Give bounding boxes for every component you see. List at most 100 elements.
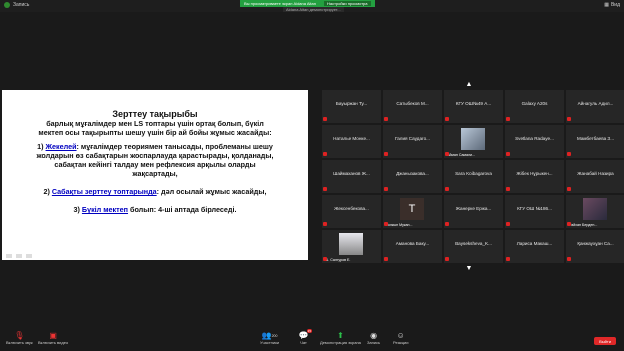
chat-button[interactable]: 💬 15 Чат: [298, 329, 312, 345]
leave-button[interactable]: Выйти: [594, 337, 616, 345]
slide-intro-line: мектеп осы тақырыпты шешу үшін бір ай бо…: [38, 128, 272, 137]
mic-muted-icon: [506, 117, 510, 121]
participant-tile[interactable]: Ш. Салгуров Е.: [322, 230, 381, 263]
participants-button[interactable]: 👥 200 Участники: [260, 331, 279, 345]
unmute-button[interactable]: 🎙 Включить звук: [6, 331, 33, 345]
chat-label: Чат: [300, 340, 307, 345]
mic-muted-icon: [567, 117, 571, 121]
recording-indicator[interactable]: Запись: [4, 2, 29, 8]
camera-off-icon: ▣: [49, 331, 57, 340]
mic-muted-icon: [323, 222, 327, 226]
participant-tile[interactable]: Райхан Берден...: [566, 195, 624, 228]
mic-muted-icon: [384, 152, 388, 156]
participant-tile[interactable]: Джанызакова...: [383, 160, 442, 193]
participant-name: Жексенбекова...: [334, 206, 369, 211]
participant-tile[interactable]: Svetlana Radaye...: [505, 125, 564, 158]
participant-name: Жібек Нұрыкен...: [516, 171, 553, 176]
start-video-button[interactable]: ▣ Включить видео: [38, 331, 68, 345]
mic-muted-icon: [445, 117, 449, 121]
page-down-button[interactable]: ▼: [464, 263, 474, 273]
participant-tile[interactable]: Лариса Макаш...: [505, 230, 564, 263]
share-screen-button[interactable]: ⬆ Демонстрация экрана: [320, 331, 361, 345]
participant-tile[interactable]: Аманова Баку...: [383, 230, 442, 263]
participant-name: Шаймаханов Ж...: [333, 171, 370, 176]
mic-muted-icon: [323, 152, 327, 156]
slide-control-icon[interactable]: [16, 254, 22, 258]
participant-tile[interactable]: Bayseksheva_K...: [444, 230, 503, 263]
chat-icon: 💬 15: [298, 329, 312, 340]
participant-tile[interactable]: Айнагуль Адил...: [566, 90, 624, 123]
participant-tile[interactable]: Сатыбеков М...: [383, 90, 442, 123]
participant-tile[interactable]: КГУ ОШ№49 А...: [444, 90, 503, 123]
participant-tile[interactable]: Мамбетбаева З...: [566, 125, 624, 158]
unmute-label: Включить звук: [6, 340, 33, 345]
people-icon: 👥 200: [261, 331, 278, 340]
slide-item-text: болып: 4-ші аптада бірлеседі.: [128, 205, 237, 214]
mic-muted-icon: [323, 257, 327, 261]
slide-control-icon[interactable]: [26, 254, 32, 258]
participant-name: Наталье Монке...: [333, 136, 370, 141]
grid-icon: ▦: [604, 2, 609, 8]
view-button[interactable]: ▦ Вид: [604, 2, 620, 8]
participant-tile[interactable]: Наталье Монке...: [322, 125, 381, 158]
mic-muted-icon: [506, 257, 510, 261]
reactions-button[interactable]: ☺ Реакции: [393, 331, 408, 345]
participant-tile[interactable]: Жексенбекова...: [322, 195, 381, 228]
slide-item-text: : дәл осылай жұмыс жасайды,: [156, 187, 267, 196]
view-options-button[interactable]: Настройки просмотра: [324, 1, 371, 6]
mic-muted-icon: [567, 152, 571, 156]
participant-tile[interactable]: Айман Самали...: [444, 125, 503, 158]
participant-name: Айнагуль Адил...: [577, 101, 614, 106]
start-video-label: Включить видео: [38, 340, 69, 345]
participant-tile[interactable]: Қанжаухұан Са...: [566, 230, 624, 263]
participant-tile[interactable]: КГУ ОШ №186...: [505, 195, 564, 228]
participant-avatar: T: [400, 198, 424, 220]
participant-tile[interactable]: Galaxy A20s: [505, 90, 564, 123]
slide-control-icon[interactable]: [6, 254, 12, 258]
participant-name: Sara Koibagarova: [455, 171, 492, 176]
participant-tile[interactable]: Бауыржан Ту...: [322, 90, 381, 123]
participant-tile[interactable]: Жанабай Назира: [566, 160, 624, 193]
participant-name: Bayseksheva_K...: [455, 241, 492, 246]
record-button[interactable]: ◉ Запись: [367, 331, 380, 345]
mic-muted-icon: [323, 117, 327, 121]
participants-count: 200: [271, 333, 278, 338]
participant-name: Қанжаухұан Са...: [577, 241, 614, 246]
mic-muted-icon: 🎙: [14, 331, 25, 340]
slide-controls[interactable]: [6, 254, 32, 258]
participant-tile[interactable]: Sara Koibagarova: [444, 160, 503, 193]
slide-item-link: Сабақты зерттеу топтарында: [51, 187, 157, 196]
slide-item-1: 1) Жекелей: мұғалімдер теориямен танысад…: [2, 142, 308, 151]
slide-item-text: : мұғалімдер теориямен танысады, проблем…: [76, 142, 273, 151]
participant-name: Аманова Баку...: [395, 241, 430, 246]
participant-name: Бауыржан Ту...: [335, 101, 368, 106]
mic-muted-icon: [506, 222, 510, 226]
page-up-button[interactable]: ▲: [464, 79, 474, 89]
participant-tile[interactable]: Шаймаханов Ж...: [322, 160, 381, 193]
slide-title: Зерттеу тақырыбы: [112, 109, 198, 119]
participant-name: Галия Саудаго...: [394, 136, 430, 141]
reactions-label: Реакции: [393, 340, 409, 345]
mic-muted-icon: [384, 187, 388, 191]
participant-name: КГУ ОШ №186...: [517, 206, 552, 211]
participant-name: Толкын Мукан...: [386, 223, 413, 227]
mic-muted-icon: [506, 152, 510, 156]
mic-muted-icon: [445, 152, 449, 156]
slide-item-prefix: 2): [43, 187, 52, 196]
mic-muted-icon: [567, 187, 571, 191]
participant-name: Galaxy A20s: [521, 101, 548, 106]
participant-tile[interactable]: Галия Саудаго...: [383, 125, 442, 158]
slide-item-1-line: сабақтан кейінгі талдау мен рефлексия ар…: [54, 160, 256, 169]
participant-tile[interactable]: Жанерке Ержа...: [444, 195, 503, 228]
chat-badge: 15: [306, 329, 312, 333]
participant-name: Svetlana Radaye...: [515, 136, 554, 141]
participant-tile[interactable]: T Толкын Мукан...: [383, 195, 442, 228]
participant-gallery: Бауыржан Ту... Сатыбеков М... КГУ ОШ№49 А.…: [322, 90, 624, 263]
mic-muted-icon: [445, 187, 449, 191]
mic-muted-icon: [567, 257, 571, 261]
slide-intro-line: барлық мұғалімдер мен LS топтары үшін ор…: [46, 119, 264, 128]
mic-muted-icon: [384, 257, 388, 261]
mic-muted-icon: [445, 222, 449, 226]
participant-tile[interactable]: Жібек Нұрыкен...: [505, 160, 564, 193]
slide-item-3: 3) Бүкіл мектеп болып: 4-ші аптада бірле…: [2, 205, 308, 214]
